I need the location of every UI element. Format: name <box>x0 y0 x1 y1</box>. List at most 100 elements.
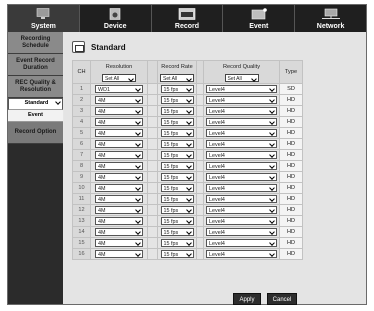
record-rate-select[interactable]: 15 fps <box>160 118 194 126</box>
resolution-select[interactable]: 4M <box>95 206 143 214</box>
type-cell: HD <box>279 204 303 216</box>
column-header-record-rate: Record Rate <box>157 60 197 72</box>
resolution-select[interactable]: 4M <box>95 151 143 159</box>
rate-cell: 15 fps <box>157 226 197 238</box>
row-spacer <box>196 248 204 260</box>
record-rate-select[interactable]: 15 fps <box>160 228 194 236</box>
table-row: 15 4M 15 fps Level4 HD <box>72 237 303 249</box>
tab-record[interactable]: Record <box>152 5 224 32</box>
table-row: 2 4M 15 fps Level4 HD <box>72 94 303 106</box>
resolution-cell: 4M <box>90 149 148 161</box>
tab-system[interactable]: System <box>8 5 80 32</box>
resolution-select[interactable]: 4M <box>95 107 143 115</box>
record-quality-select[interactable]: Level4 <box>206 118 277 126</box>
resolution-select[interactable]: 4M <box>95 118 143 126</box>
sidebar-item-label: REC Quality & Resolution <box>15 79 56 93</box>
record-quality-select[interactable]: Level4 <box>206 96 277 104</box>
resolution-cell: 4M <box>90 204 148 216</box>
column-header-type: Type <box>279 60 303 84</box>
record-quality-select[interactable]: Level4 <box>206 129 277 137</box>
apply-button[interactable]: Apply <box>233 293 261 305</box>
resolution-select[interactable]: 4M <box>95 140 143 148</box>
rate-cell: 15 fps <box>157 193 197 205</box>
record-quality-select[interactable]: Level4 <box>206 162 277 170</box>
sidebar-item-rec-quality-resolution[interactable]: REC Quality & Resolution <box>8 76 63 98</box>
header-cell: Set All <box>157 72 197 84</box>
record-rate-select[interactable]: 15 fps <box>160 162 194 170</box>
record-rate-select[interactable]: 15 fps <box>160 140 194 148</box>
record-rate-select[interactable]: 15 fps <box>160 173 194 181</box>
table-row: 3 4M 15 fps Level4 HD <box>72 105 303 117</box>
tab-label: Event <box>249 23 269 30</box>
table-row: 5 4M 15 fps Level4 HD <box>72 127 303 139</box>
cancel-button[interactable]: Cancel <box>267 293 297 305</box>
record-quality-select[interactable]: Level4 <box>206 217 277 225</box>
rate-cell: 15 fps <box>157 149 197 161</box>
row-spacer <box>147 182 158 194</box>
record-quality-select[interactable]: Level4 <box>206 107 277 115</box>
network-icon <box>321 8 340 19</box>
sidebar-subitem-standard[interactable]: Standard <box>8 98 63 110</box>
row-spacer <box>147 83 158 95</box>
table-row: 14 4M 15 fps Level4 HD <box>72 226 303 238</box>
resolution-select[interactable]: 4M <box>95 195 143 203</box>
record-quality-select[interactable]: Level4 <box>206 140 277 148</box>
rate-set-all-select[interactable]: Set All <box>160 74 194 82</box>
resolution-select[interactable]: 4M <box>95 217 143 225</box>
sidebar-item-recording-schedule[interactable]: Recording Schedule <box>8 32 63 54</box>
record-quality-select[interactable]: Level4 <box>206 151 277 159</box>
quality-set-all-select[interactable]: Set All <box>224 74 259 82</box>
record-rate-select[interactable]: 15 fps <box>160 96 194 104</box>
row-spacer <box>196 193 204 205</box>
record-rate-select[interactable]: 15 fps <box>160 250 194 258</box>
record-rate-select[interactable]: 15 fps <box>160 184 194 192</box>
sidebar-item-event-record-duration[interactable]: Event Record Duration <box>8 54 63 76</box>
resolution-select[interactable]: WD1 <box>95 85 143 93</box>
resolution-cell: 4M <box>90 215 148 227</box>
table-row: 7 4M 15 fps Level4 HD <box>72 149 303 161</box>
record-quality-select[interactable]: Level4 <box>206 85 277 93</box>
resolution-cell: 4M <box>90 116 148 128</box>
record-rate-select[interactable]: 15 fps <box>160 129 194 137</box>
tab-network[interactable]: Network <box>295 5 366 32</box>
resolution-select[interactable]: 4M <box>95 173 143 181</box>
row-spacer <box>147 248 158 260</box>
record-rate-select[interactable]: 15 fps <box>160 206 194 214</box>
resolution-select[interactable]: 4M <box>95 162 143 170</box>
type-cell: HD <box>279 138 303 150</box>
record-rate-select[interactable]: 15 fps <box>160 85 194 93</box>
tab-device[interactable]: Device <box>80 5 152 32</box>
record-quality-select[interactable]: Level4 <box>206 206 277 214</box>
channel-number: 4 <box>72 116 91 128</box>
row-spacer <box>147 149 158 161</box>
record-quality-select[interactable]: Level4 <box>206 228 277 236</box>
record-rate-select[interactable]: 15 fps <box>160 239 194 247</box>
resolution-select[interactable]: 4M <box>95 228 143 236</box>
record-rate-select[interactable]: 15 fps <box>160 217 194 225</box>
record-quality-select[interactable]: Level4 <box>206 173 277 181</box>
resolution-cell: 4M <box>90 127 148 139</box>
sidebar-subitem-event[interactable]: Event <box>8 110 63 122</box>
rate-cell: 15 fps <box>157 83 197 95</box>
resolution-select[interactable]: 4M <box>95 96 143 104</box>
record-quality-select[interactable]: Level4 <box>206 250 277 258</box>
record-rate-select[interactable]: 15 fps <box>160 195 194 203</box>
record-quality-select[interactable]: Level4 <box>206 184 277 192</box>
record-quality-select[interactable]: Level4 <box>206 195 277 203</box>
resolution-set-all-select[interactable]: Set All <box>102 74 136 82</box>
record-rate-select[interactable]: 15 fps <box>160 107 194 115</box>
type-cell: HD <box>279 193 303 205</box>
tab-event[interactable]: Event <box>223 5 296 32</box>
row-spacer <box>196 160 204 172</box>
sidebar-item-label: Record Option <box>14 129 57 135</box>
rate-cell: 15 fps <box>157 116 197 128</box>
resolution-select[interactable]: 4M <box>95 129 143 137</box>
record-quality-select[interactable]: Level4 <box>206 239 277 247</box>
sidebar-item-record-option[interactable]: Record Option <box>8 122 63 144</box>
resolution-select[interactable]: 4M <box>95 184 143 192</box>
channel-number: 8 <box>72 160 91 172</box>
resolution-select[interactable]: 4M <box>95 239 143 247</box>
resolution-select[interactable]: 4M <box>95 250 143 258</box>
quality-cell: Level4 <box>203 94 280 106</box>
record-rate-select[interactable]: 15 fps <box>160 151 194 159</box>
